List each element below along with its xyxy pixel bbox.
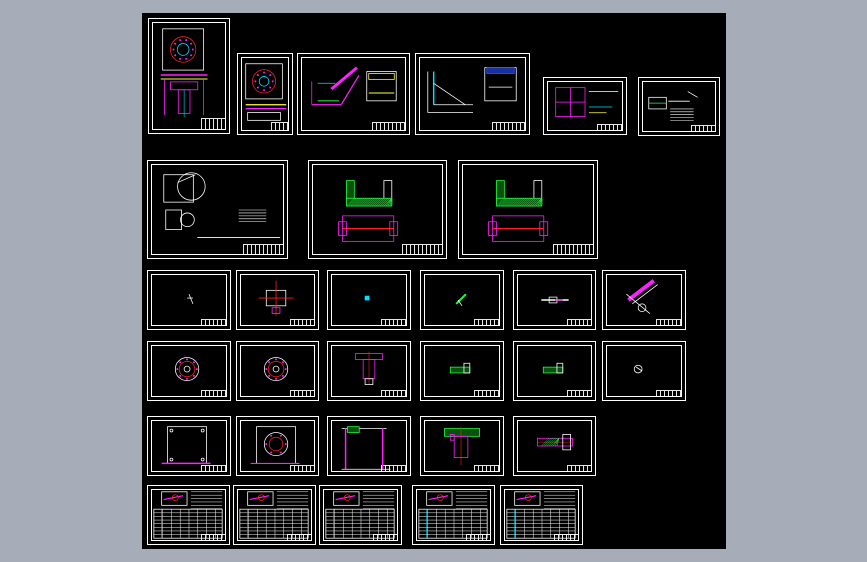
- drawing-geometry: [153, 491, 223, 539]
- drawing-sheet-27[interactable]: [147, 485, 230, 545]
- drawing-sheet-4[interactable]: [415, 53, 530, 135]
- drawing-sheet-17[interactable]: [236, 341, 319, 401]
- drawing-sheet-22[interactable]: [147, 416, 231, 476]
- drawing-geometry: [542, 362, 564, 374]
- drawing-sheet-23[interactable]: [236, 416, 319, 476]
- drawing-sheet-2[interactable]: [237, 53, 293, 135]
- drawing-geometry: [338, 180, 399, 242]
- drawing-sheet-14[interactable]: [513, 270, 596, 330]
- drawing-geometry: [455, 293, 467, 307]
- drawing-sheet-16[interactable]: [147, 341, 231, 401]
- drawing-geometry: [325, 491, 395, 539]
- drawing-sheet-12[interactable]: [327, 270, 411, 330]
- drawing-sheet-24[interactable]: [327, 416, 411, 476]
- drawing-sheet-6[interactable]: [638, 77, 720, 136]
- drawing-geometry: [250, 426, 300, 464]
- drawing-geometry: [541, 296, 569, 304]
- drawing-sheet-25[interactable]: [420, 416, 504, 476]
- drawing-sheet-7[interactable]: [147, 160, 288, 259]
- drawing-geometry: [364, 295, 370, 301]
- drawing-sheet-1[interactable]: [148, 18, 230, 134]
- drawing-sheet-13[interactable]: [420, 270, 504, 330]
- drawing-sheet-10[interactable]: [147, 270, 231, 330]
- drawing-sheet-19[interactable]: [420, 341, 504, 401]
- drawing-sheet-15[interactable]: [602, 270, 686, 330]
- drawing-geometry: [633, 364, 643, 374]
- drawing-sheet-18[interactable]: [327, 341, 411, 401]
- drawing-geometry: [418, 491, 488, 539]
- drawing-sheet-11[interactable]: [236, 270, 319, 330]
- drawing-geometry: [444, 426, 480, 466]
- drawing-geometry: [245, 63, 287, 121]
- drawing-geometry: [311, 66, 397, 106]
- drawing-geometry: [187, 294, 194, 305]
- drawing-geometry: [354, 351, 384, 385]
- drawing-geometry: [427, 67, 517, 113]
- drawing-geometry: [161, 426, 211, 465]
- drawing-geometry: [163, 172, 281, 238]
- drawing-geometry: [174, 357, 200, 382]
- drawing-sheet-21[interactable]: [602, 341, 686, 401]
- drawing-sheet-26[interactable]: [513, 416, 596, 476]
- drawing-geometry: [488, 180, 549, 242]
- drawing-sheet-28[interactable]: [233, 485, 316, 545]
- drawing-geometry: [449, 362, 471, 374]
- drawing-sheet-3[interactable]: [297, 53, 410, 135]
- drawing-geometry: [239, 491, 309, 539]
- drawing-geometry: [341, 426, 391, 470]
- drawing-sheet-5[interactable]: [543, 77, 627, 135]
- drawing-sheet-30[interactable]: [412, 485, 495, 545]
- model-space-canvas[interactable]: [142, 13, 726, 549]
- drawing-geometry: [537, 434, 573, 451]
- drawing-sheet-31[interactable]: [500, 485, 583, 545]
- drawing-geometry: [258, 280, 294, 316]
- drawing-geometry: [648, 91, 698, 121]
- drawing-geometry: [555, 87, 619, 118]
- drawing-geometry: [506, 491, 576, 539]
- drawing-sheet-9[interactable]: [458, 160, 598, 259]
- drawing-sheet-8[interactable]: [308, 160, 447, 259]
- drawing-geometry: [263, 357, 289, 382]
- drawing-geometry: [160, 28, 208, 118]
- drawing-geometry: [626, 279, 658, 314]
- drawing-sheet-29[interactable]: [319, 485, 402, 545]
- drawing-sheet-20[interactable]: [513, 341, 596, 401]
